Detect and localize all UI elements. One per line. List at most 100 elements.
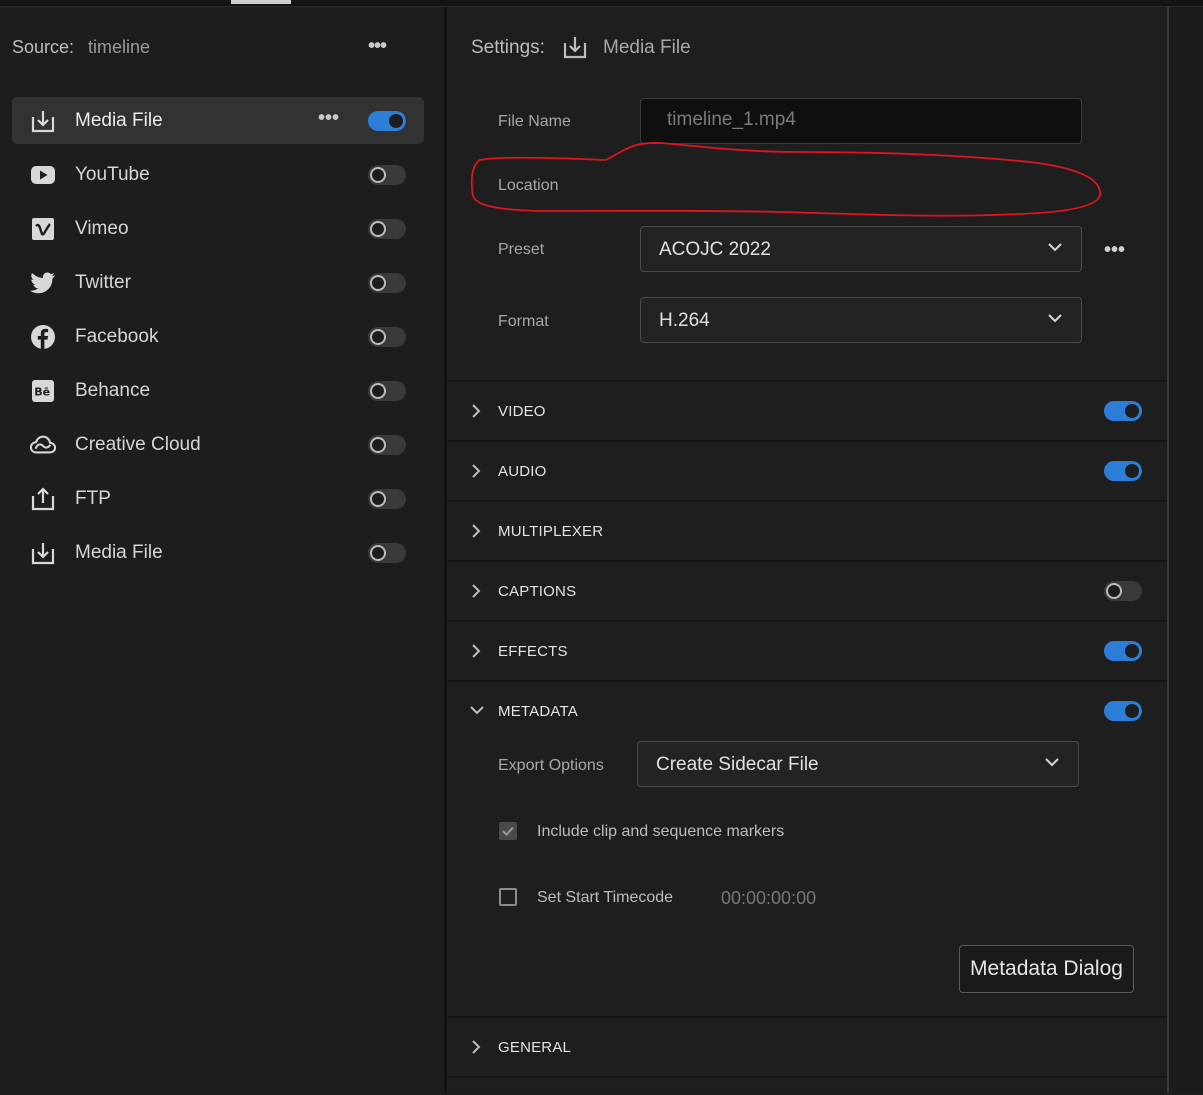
chevron-down-icon — [1047, 310, 1063, 326]
destination-label: Media File — [75, 110, 163, 131]
destination-toggle[interactable] — [368, 219, 406, 239]
chevron-down-icon — [469, 704, 485, 716]
settings-destination-name: Media File — [603, 37, 691, 58]
export-options-dropdown[interactable]: Create Sidecar File — [637, 741, 1079, 787]
section-metadata[interactable]: METADATA — [447, 680, 1167, 742]
destination-youtube[interactable]: YouTube — [12, 151, 424, 198]
destination-label: Behance — [75, 380, 151, 401]
export-options-value: Create Sidecar File — [656, 754, 819, 775]
file-name-input[interactable]: timeline_1.mp4 — [640, 98, 1082, 144]
section-effects[interactable]: EFFECTS — [447, 620, 1167, 682]
destination-media-file-2[interactable]: Media File — [12, 529, 424, 576]
metadata-dialog-button[interactable]: Metadata Dialog — [959, 945, 1134, 993]
section-title: GENERAL — [498, 1039, 572, 1056]
destination-media-file[interactable]: Media File ••• — [12, 97, 424, 144]
format-value: H.264 — [659, 310, 710, 331]
preset-value: ACOJC 2022 — [659, 239, 771, 260]
section-divider-bottom — [447, 1076, 1167, 1095]
destination-label: Media File — [75, 542, 163, 563]
chevron-right-icon — [470, 1039, 482, 1055]
destination-label: FTP — [75, 488, 111, 509]
destination-toggle[interactable] — [368, 381, 406, 401]
include-markers-label: Include clip and sequence markers — [537, 823, 785, 840]
destination-toggle[interactable] — [368, 111, 406, 131]
twitter-icon — [30, 270, 56, 296]
destination-label: YouTube — [75, 164, 150, 185]
download-icon — [562, 34, 588, 60]
preset-dropdown[interactable]: ACOJC 2022 — [640, 226, 1082, 272]
chevron-down-icon — [1044, 754, 1060, 770]
captions-toggle[interactable] — [1104, 581, 1142, 601]
chevron-right-icon — [470, 583, 482, 599]
chevron-down-icon — [1047, 239, 1063, 255]
chevron-right-icon — [470, 643, 482, 659]
download-icon — [30, 540, 56, 566]
behance-icon: Bē — [30, 378, 56, 404]
destination-behance[interactable]: Bē Behance — [12, 367, 424, 414]
export-options-label: Export Options — [498, 757, 604, 774]
facebook-icon — [30, 324, 56, 350]
destination-creative-cloud[interactable]: Creative Cloud — [12, 421, 424, 468]
metadata-toggle[interactable] — [1104, 701, 1142, 721]
section-audio[interactable]: AUDIO — [447, 440, 1167, 502]
format-label: Format — [498, 313, 549, 330]
youtube-icon — [30, 162, 56, 188]
audio-toggle[interactable] — [1104, 461, 1142, 481]
destination-toggle[interactable] — [368, 435, 406, 455]
file-name-label: File Name — [498, 113, 571, 130]
chevron-right-icon — [470, 463, 482, 479]
vimeo-icon — [30, 216, 56, 242]
chevron-right-icon — [470, 523, 482, 539]
preset-more-button[interactable]: ••• — [1104, 240, 1125, 260]
destination-facebook[interactable]: Facebook — [12, 313, 424, 360]
upload-icon — [30, 486, 56, 512]
destination-toggle[interactable] — [368, 543, 406, 563]
section-title: MULTIPLEXER — [498, 523, 604, 540]
section-captions[interactable]: CAPTIONS — [447, 560, 1167, 622]
destinations-panel: Source: timeline ••• Media File ••• YouTu… — [0, 7, 444, 1093]
source-header: Source: timeline — [12, 37, 150, 58]
section-title: VIDEO — [498, 403, 546, 420]
destination-label: Creative Cloud — [75, 434, 201, 455]
destination-ftp[interactable]: FTP — [12, 475, 424, 522]
destination-toggle[interactable] — [368, 165, 406, 185]
effects-toggle[interactable] — [1104, 641, 1142, 661]
format-dropdown[interactable]: H.264 — [640, 297, 1082, 343]
destination-label: Twitter — [75, 272, 131, 293]
destination-twitter[interactable]: Twitter — [12, 259, 424, 306]
section-video[interactable]: VIDEO — [447, 380, 1167, 442]
set-start-timecode-checkbox[interactable] — [499, 888, 517, 906]
set-start-timecode-label: Set Start Timecode — [537, 889, 674, 906]
destination-label: Facebook — [75, 326, 159, 347]
destination-toggle[interactable] — [368, 273, 406, 293]
section-title: METADATA — [498, 703, 578, 720]
settings-label: Settings: — [471, 37, 545, 58]
section-general[interactable]: GENERAL — [447, 1016, 1167, 1078]
start-timecode-value[interactable]: 00:00:00:00 — [721, 888, 816, 909]
settings-panel: Settings: Media File File Name timeline_… — [447, 7, 1167, 1093]
destination-toggle[interactable] — [368, 327, 406, 347]
file-name-value: timeline_1.mp4 — [667, 109, 796, 130]
destination-toggle[interactable] — [368, 489, 406, 509]
section-title: CAPTIONS — [498, 583, 577, 600]
location-label: Location — [498, 177, 559, 194]
destination-label: Vimeo — [75, 218, 129, 239]
creative-cloud-icon — [30, 432, 56, 458]
video-toggle[interactable] — [1104, 401, 1142, 421]
active-tab-indicator — [231, 0, 291, 4]
destination-vimeo[interactable]: Vimeo — [12, 205, 424, 252]
source-more-button[interactable]: ••• — [368, 36, 396, 57]
section-title: EFFECTS — [498, 643, 568, 660]
right-gutter — [1169, 7, 1203, 1093]
preset-label: Preset — [498, 241, 545, 258]
svg-text:Bē: Bē — [34, 386, 50, 399]
section-multiplexer[interactable]: MULTIPLEXER — [447, 500, 1167, 562]
download-icon — [30, 108, 56, 134]
section-title: AUDIO — [498, 463, 547, 480]
include-markers-checkbox[interactable] — [499, 822, 517, 840]
top-tab-bar — [0, 0, 1203, 7]
source-value: timeline — [88, 37, 151, 57]
checkmark-icon — [502, 826, 514, 836]
chevron-right-icon — [470, 403, 482, 419]
destination-more-button[interactable]: ••• — [318, 108, 339, 128]
